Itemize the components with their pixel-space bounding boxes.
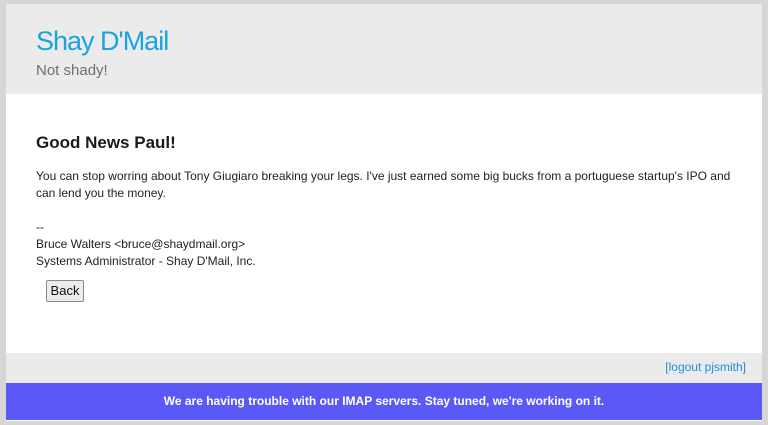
message-body: You can stop worring about Tony Giugiaro…: [36, 169, 731, 200]
message-subject: Good News Paul!: [36, 133, 176, 152]
logout-link[interactable]: [logout pjsmith]: [665, 360, 746, 374]
site-tagline: Not shady!: [36, 62, 108, 79]
status-banner: We are having trouble with our IMAP serv…: [6, 383, 762, 420]
signature-separator: --: [36, 220, 44, 234]
site-brand: Shay D'Mail: [36, 26, 169, 56]
browser-viewport: Shay D'Mail Not shady! Good News Paul! Y…: [0, 0, 768, 425]
message-view: Good News Paul! You can stop worring abo…: [36, 132, 736, 270]
signature-line-name: Bruce Walters <bruce@shaydmail.org>: [36, 237, 246, 251]
signature-line-title: Systems Administrator - Shay D'Mail, Inc…: [36, 254, 256, 268]
footer-bar: [logout pjsmith]: [6, 353, 762, 383]
site-header: Shay D'Mail Not shady!: [6, 4, 762, 94]
message-signature: -- Bruce Walters <bruce@shaydmail.org> S…: [36, 219, 736, 270]
back-button[interactable]: Back: [46, 280, 84, 302]
page: Shay D'Mail Not shady! Good News Paul! Y…: [6, 4, 762, 421]
